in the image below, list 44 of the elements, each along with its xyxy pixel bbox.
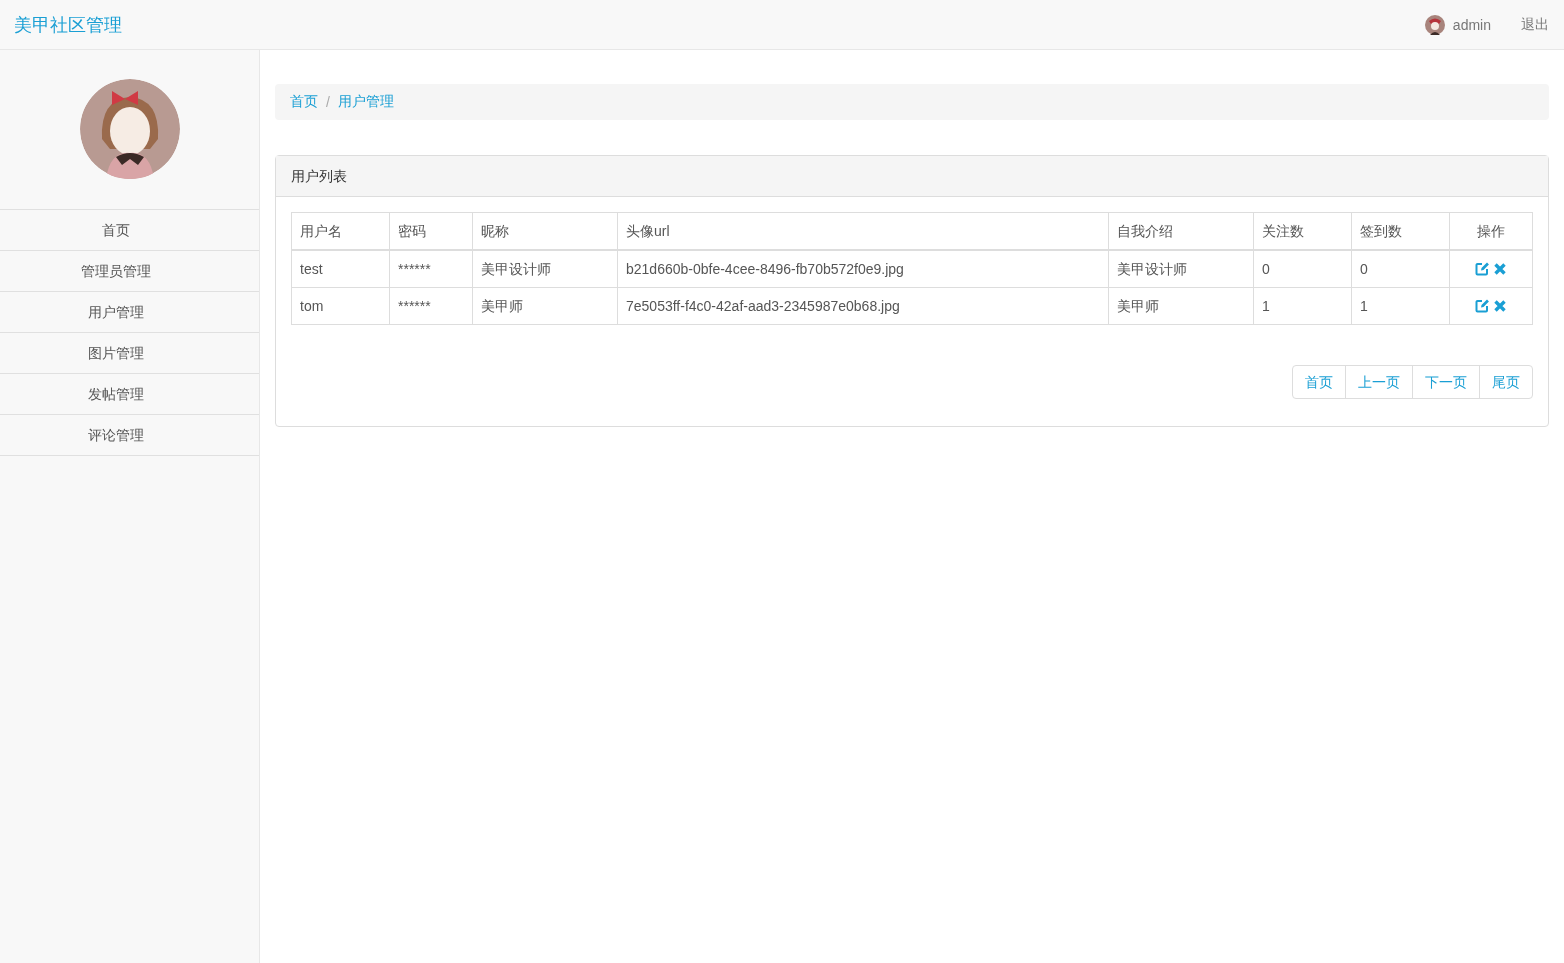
- column-header: 密码: [389, 212, 473, 250]
- table-cell: 0: [1253, 250, 1352, 288]
- panel-title: 用户列表: [276, 156, 1548, 197]
- table-cell: 美甲师: [472, 287, 618, 325]
- breadcrumb-separator: /: [325, 94, 331, 110]
- delete-icon[interactable]: [1493, 299, 1507, 313]
- table-cell: 美甲设计师: [472, 250, 618, 288]
- sidebar-item[interactable]: 发帖管理: [0, 374, 259, 415]
- sidebar-item[interactable]: 图片管理: [0, 333, 259, 374]
- logout-link[interactable]: 退出: [1521, 15, 1549, 34]
- sidebar-item[interactable]: 评论管理: [0, 415, 259, 456]
- column-header: 关注数: [1253, 212, 1352, 250]
- table-cell: test: [291, 250, 390, 288]
- column-header: 头像url: [617, 212, 1109, 250]
- table-cell: ******: [389, 250, 473, 288]
- breadcrumb-link[interactable]: 用户管理: [337, 93, 394, 111]
- sidebar-item[interactable]: 用户管理: [0, 292, 259, 333]
- table-cell: tom: [291, 287, 390, 325]
- sidebar-item[interactable]: 管理员管理: [0, 251, 259, 292]
- column-header: 签到数: [1351, 212, 1450, 250]
- pagination-button[interactable]: 首页: [1292, 365, 1346, 399]
- edit-icon[interactable]: [1475, 262, 1489, 276]
- table-cell: 1: [1351, 287, 1450, 325]
- table-cell: 1: [1253, 287, 1352, 325]
- column-header: 昵称: [472, 212, 618, 250]
- edit-icon[interactable]: [1475, 299, 1489, 313]
- pagination-button[interactable]: 下一页: [1412, 365, 1480, 399]
- column-header: 自我介绍: [1108, 212, 1254, 250]
- sidebar-item[interactable]: 首页: [0, 210, 259, 251]
- breadcrumb-link[interactable]: 首页: [290, 93, 318, 111]
- table-cell: 美甲设计师: [1108, 250, 1254, 288]
- column-header: 操作: [1449, 212, 1533, 250]
- brand-link[interactable]: 美甲社区管理: [14, 12, 122, 37]
- column-header: 用户名: [291, 212, 390, 250]
- pagination-button[interactable]: 上一页: [1345, 365, 1413, 399]
- user-link[interactable]: admin: [1452, 16, 1491, 33]
- table-cell: 0: [1351, 250, 1450, 288]
- table-cell: 美甲师: [1108, 287, 1254, 325]
- table-cell: b21d660b-0bfe-4cee-8496-fb70b572f0e9.jpg: [617, 250, 1109, 288]
- pagination-button[interactable]: 尾页: [1479, 365, 1533, 399]
- table-cell: ******: [389, 287, 473, 325]
- user-avatar-icon: [1424, 14, 1445, 35]
- table-cell: 7e5053ff-f4c0-42af-aad3-2345987e0b68.jpg: [617, 287, 1109, 325]
- delete-icon[interactable]: [1493, 262, 1507, 276]
